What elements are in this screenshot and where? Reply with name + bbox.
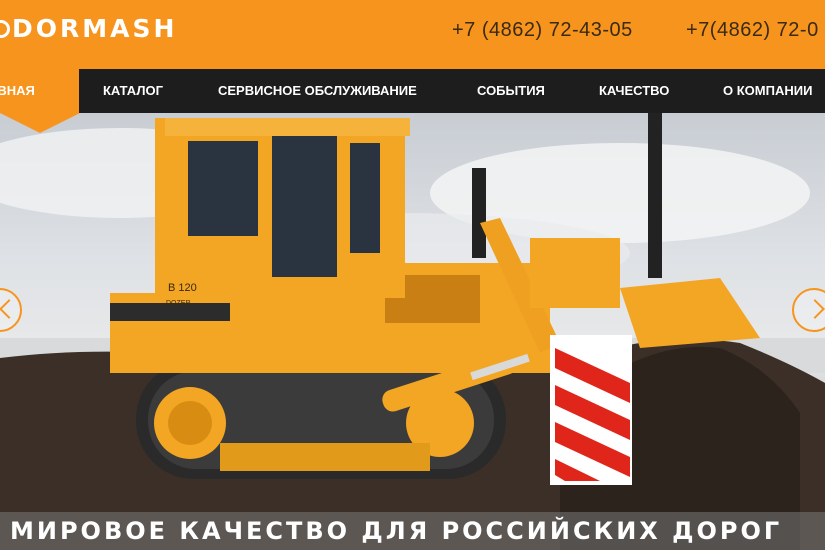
- hero-slider: B 120 DOZER: [0, 113, 825, 550]
- logo-mark-icon: [0, 20, 10, 38]
- main-nav: АВНАЯ КАТАЛОГ СЕРВИСНОЕ ОБСЛУЖИВАНИЕ СОБ…: [0, 69, 825, 113]
- machine-model-label: B 120: [168, 282, 197, 294]
- bulldozer-image: B 120 DOZER: [0, 113, 825, 550]
- nav-item-quality[interactable]: КАЧЕСТВО: [599, 69, 669, 113]
- hero-tagline: МИРОВОЕ КАЧЕСТВО ДЛЯ РОССИЙСКИХ ДОРОГ: [10, 517, 783, 545]
- logo-text: DORMASH: [12, 14, 178, 43]
- machine-type-label: DOZER: [166, 300, 191, 307]
- site-logo[interactable]: DORMASH: [0, 12, 177, 46]
- nav-item-home[interactable]: АВНАЯ: [0, 69, 79, 113]
- site-header: DORMASH +7 (4862) 72-43-05 +7(4862) 72-0: [0, 0, 825, 69]
- nav-item-about[interactable]: О КОМПАНИИ: [723, 69, 812, 113]
- active-nav-pointer: [0, 113, 80, 133]
- nav-item-events[interactable]: СОБЫТИЯ: [477, 69, 545, 113]
- phone-number-secondary[interactable]: +7(4862) 72-0: [686, 17, 819, 43]
- hero-tagline-bar: МИРОВОЕ КАЧЕСТВО ДЛЯ РОССИЙСКИХ ДОРОГ: [0, 512, 825, 550]
- phone-number-primary[interactable]: +7 (4862) 72-43-05: [452, 17, 633, 43]
- page: DORMASH +7 (4862) 72-43-05 +7(4862) 72-0…: [0, 0, 825, 550]
- nav-item-catalog[interactable]: КАТАЛОГ: [103, 69, 163, 113]
- nav-item-service[interactable]: СЕРВИСНОЕ ОБСЛУЖИВАНИЕ: [218, 69, 417, 113]
